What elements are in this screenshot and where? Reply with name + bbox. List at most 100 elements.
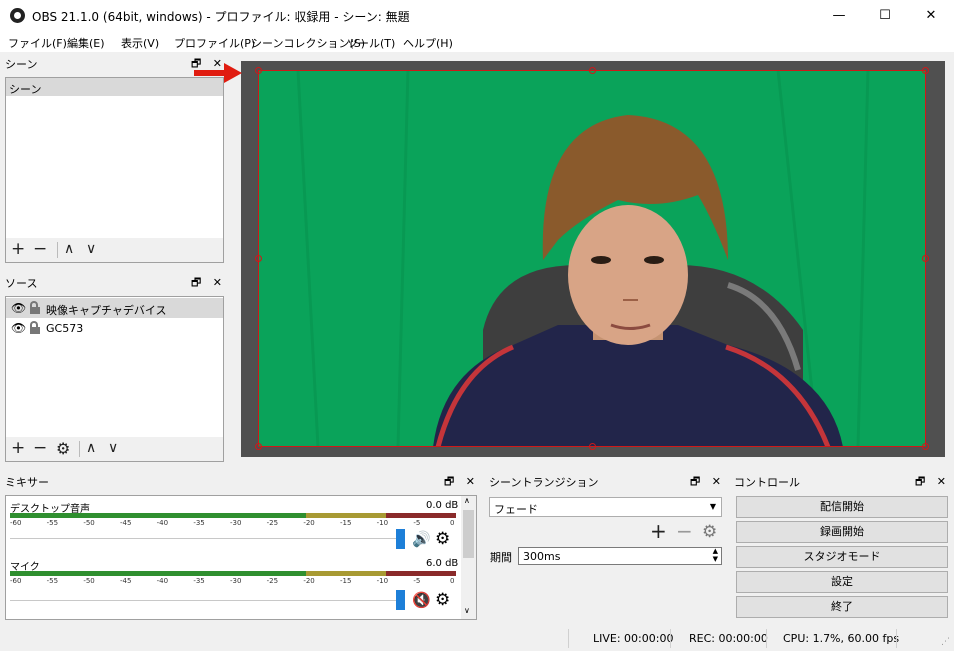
menu-help[interactable]: ヘルプ(H) xyxy=(403,35,453,51)
maximize-button[interactable]: ☐ xyxy=(862,0,908,31)
menu-edit[interactable]: 編集(E) xyxy=(67,35,105,51)
gear-icon[interactable]: ⚙ xyxy=(435,590,450,610)
meter-tick-label: -60 xyxy=(10,519,22,527)
toolbar-divider xyxy=(79,441,80,457)
volume-meter-yellow xyxy=(306,513,386,518)
toolbar-divider xyxy=(57,242,58,258)
meter-tick-label: -20 xyxy=(303,519,315,527)
scenes-toolbar: + − ∧ ∨ xyxy=(6,238,223,262)
sources-toolbar: + − ⚙ ∧ ∨ xyxy=(6,437,223,461)
source-item[interactable]: 👁 映像キャプチャデバイス xyxy=(6,298,223,318)
volume-slider-handle[interactable] xyxy=(396,529,405,549)
meter-tick-label: -35 xyxy=(193,519,205,527)
scroll-up-icon[interactable]: ∧ xyxy=(464,496,470,505)
volume-slider-track[interactable] xyxy=(10,538,400,539)
muted-speaker-icon[interactable]: 🔇 xyxy=(412,591,431,609)
remove-transition-icon[interactable]: − xyxy=(676,521,693,541)
controls-dock-title: コントロール xyxy=(734,476,800,489)
speaker-icon[interactable]: 🔊 xyxy=(412,530,431,548)
scroll-down-icon[interactable]: ∨ xyxy=(464,606,470,615)
source-item-label: 映像キャプチャデバイス xyxy=(46,304,167,317)
volume-slider-track[interactable] xyxy=(10,600,400,601)
spin-arrows-icon[interactable]: ▲ ▼ xyxy=(713,547,718,563)
resize-handle[interactable] xyxy=(255,67,262,74)
dock-float-close-icons[interactable]: 🗗 ✕ xyxy=(444,473,479,492)
meter-tick-label: -45 xyxy=(120,577,132,585)
resize-handle[interactable] xyxy=(255,443,262,450)
meter-tick-label: -55 xyxy=(46,519,59,527)
volume-meter-red xyxy=(386,571,456,576)
volume-meter-green xyxy=(10,571,306,576)
sources-dock-title: ソース xyxy=(5,277,38,290)
menu-file[interactable]: ファイル(F) xyxy=(8,35,67,51)
remove-scene-icon[interactable]: − xyxy=(33,241,47,258)
close-button[interactable]: ✕ xyxy=(908,0,954,31)
resize-handle[interactable] xyxy=(922,443,929,450)
menu-view[interactable]: 表示(V) xyxy=(121,35,159,51)
meter-scale: -60 -55 -50 -45 -40 -35 -30 -25 -20 -15 -10 -5 0 xyxy=(10,519,456,529)
duration-spinbox[interactable]: 300ms ▲ ▼ xyxy=(518,547,722,565)
meter-tick-label: -15 xyxy=(340,577,352,585)
window-title: OBS 21.1.0 (64bit, windows) - プロファイル: 収録… xyxy=(32,10,410,24)
source-item[interactable]: 👁 GC573 xyxy=(6,318,223,338)
start-streaming-button[interactable]: 配信開始 xyxy=(736,496,948,518)
title-bar: OBS 21.1.0 (64bit, windows) - プロファイル: 収録… xyxy=(0,0,954,31)
remove-source-icon[interactable]: − xyxy=(33,440,47,457)
exit-button[interactable]: 終了 xyxy=(736,596,948,618)
dock-float-close-icons[interactable]: 🗗 ✕ xyxy=(690,473,725,492)
add-source-icon[interactable]: + xyxy=(11,440,25,457)
eye-icon[interactable]: 👁 xyxy=(11,321,26,335)
meter-tick-label: -50 xyxy=(83,519,95,527)
meter-tick-label: -30 xyxy=(230,519,242,527)
volume-slider-handle[interactable] xyxy=(396,590,405,610)
sources-list[interactable]: 👁 映像キャプチャデバイス 👁 GC573 + − ⚙ ∧ ∨ xyxy=(5,296,224,462)
menu-bar: ファイル(F) 編集(E) 表示(V) プロファイル(P) シーンコレクション(… xyxy=(0,31,954,52)
resize-grip-icon[interactable]: ⋰ xyxy=(941,637,950,647)
scene-item-label: シーン xyxy=(9,83,42,96)
resize-handle[interactable] xyxy=(589,443,596,450)
duration-label: 期間 xyxy=(490,551,512,564)
transition-select[interactable]: フェード ▼ xyxy=(489,497,722,517)
scrollbar-thumb[interactable] xyxy=(463,510,474,558)
settings-button[interactable]: 設定 xyxy=(736,571,948,593)
add-transition-icon[interactable]: + xyxy=(650,521,667,541)
dock-float-close-icons[interactable]: 🗗 ✕ xyxy=(915,473,950,492)
meter-tick-label: -15 xyxy=(340,519,352,527)
add-scene-icon[interactable]: + xyxy=(11,241,25,258)
scene-item[interactable]: シーン xyxy=(6,78,223,96)
start-recording-button[interactable]: 録画開始 xyxy=(736,521,948,543)
dock-float-close-icons[interactable]: 🗗 ✕ xyxy=(191,274,226,293)
scenes-list[interactable]: シーン + − ∧ ∨ xyxy=(5,77,224,263)
duration-value: 300ms xyxy=(523,550,561,563)
meter-tick-label: 0 xyxy=(450,577,455,585)
minimize-button[interactable]: — xyxy=(816,0,862,31)
resize-handle[interactable] xyxy=(922,255,929,262)
meter-tick-label: -25 xyxy=(266,519,279,527)
resize-handle[interactable] xyxy=(589,67,596,74)
rec-status: REC: 00:00:00 xyxy=(689,632,768,645)
meter-scale: -60 -55 -50 -45 -40 -35 -30 -25 -20 -15 -10 -5 0 xyxy=(10,577,456,587)
volume-meter-yellow xyxy=(306,571,386,576)
menu-tools[interactable]: ツール(T) xyxy=(347,35,395,51)
menu-profile[interactable]: プロファイル(P) xyxy=(174,35,255,51)
red-arrow-annotation xyxy=(194,63,242,83)
gear-icon[interactable]: ⚙ xyxy=(702,524,717,541)
meter-tick-label: -5 xyxy=(413,519,421,527)
studio-mode-button[interactable]: スタジオモード xyxy=(736,546,948,568)
move-down-icon[interactable]: ∨ xyxy=(108,440,118,457)
meter-tick-label: -35 xyxy=(193,577,205,585)
meter-tick-label: -50 xyxy=(83,577,95,585)
gear-icon[interactable]: ⚙ xyxy=(435,529,450,549)
eye-icon[interactable]: 👁 xyxy=(11,301,26,315)
mixer-scrollbar[interactable]: ∧ ∨ xyxy=(461,496,476,619)
resize-handle[interactable] xyxy=(922,67,929,74)
live-status: LIVE: 00:00:00 xyxy=(593,632,674,645)
meter-tick-label: -45 xyxy=(120,519,132,527)
move-down-icon[interactable]: ∨ xyxy=(86,241,96,258)
gear-icon[interactable]: ⚙ xyxy=(56,440,70,457)
move-up-icon[interactable]: ∧ xyxy=(86,440,96,457)
move-up-icon[interactable]: ∧ xyxy=(64,241,74,258)
meter-tick-label: -55 xyxy=(46,577,59,585)
resize-handle[interactable] xyxy=(255,255,262,262)
meter-tick-label: -20 xyxy=(303,577,315,585)
